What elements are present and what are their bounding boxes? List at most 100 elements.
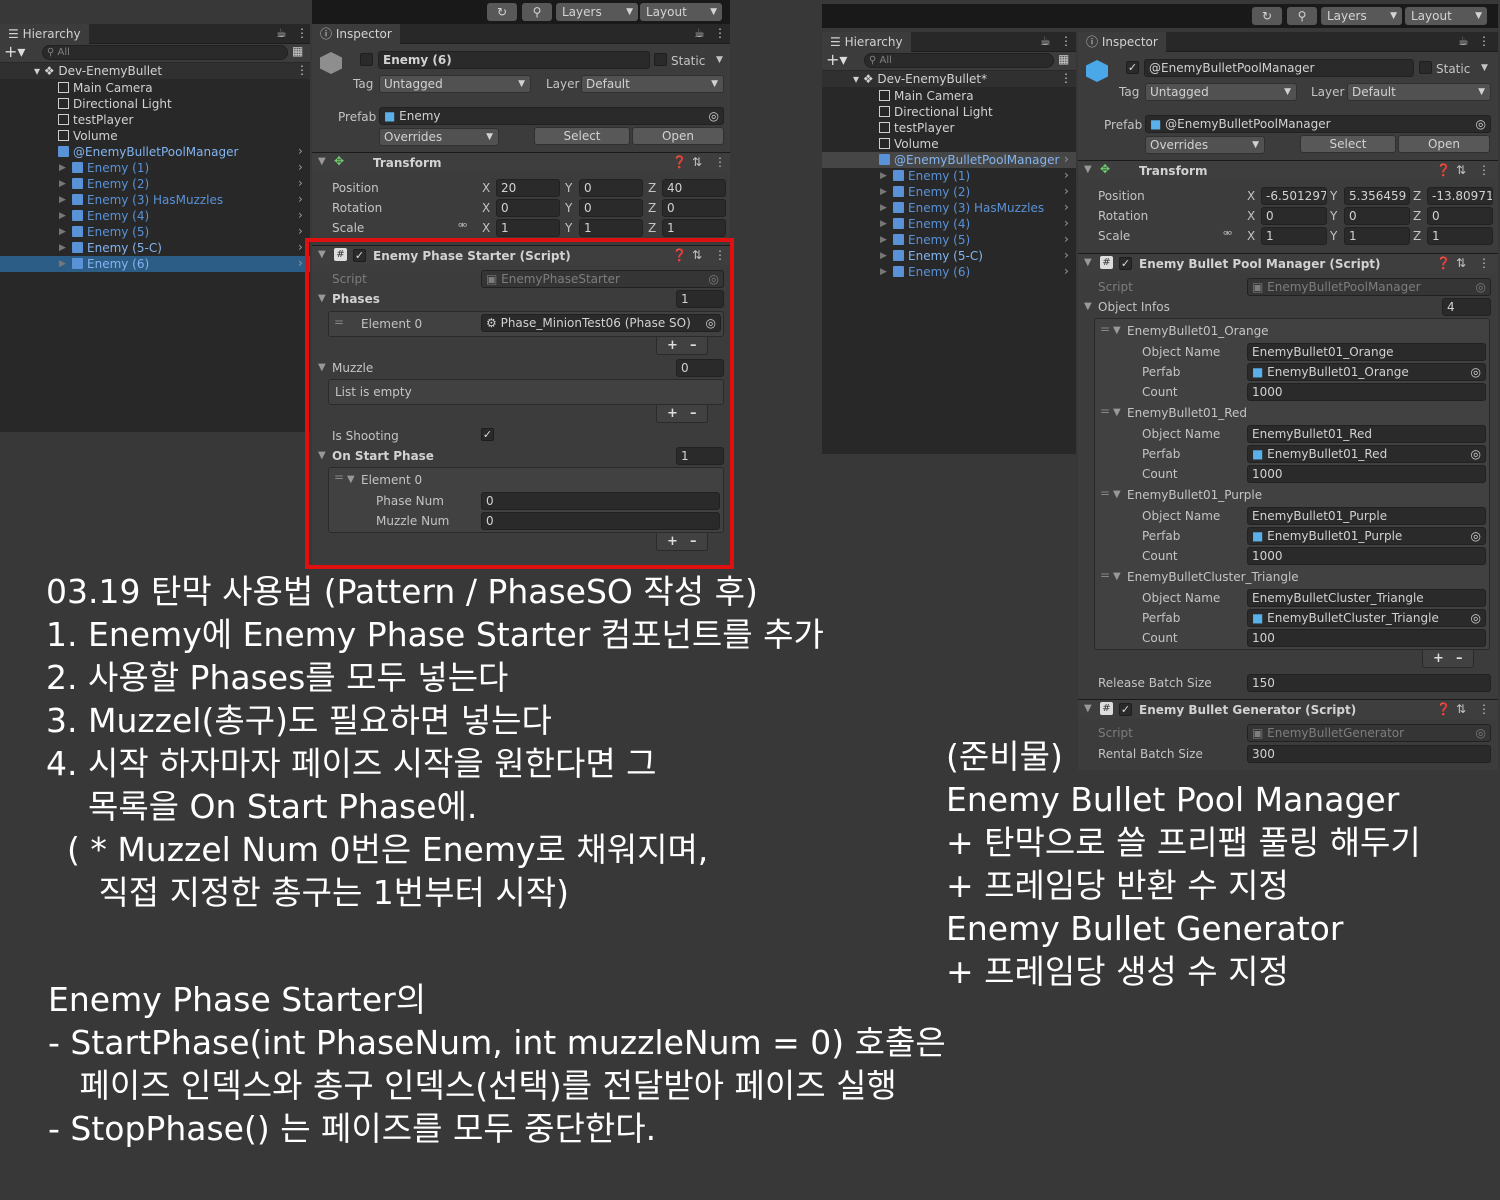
static-checkbox[interactable] (654, 53, 667, 66)
right-search-button[interactable]: ⚲ (1287, 7, 1317, 25)
hierarchy-item[interactable]: ▶ Enemy (3) HasMuzzles (880, 200, 1044, 216)
hierarchy-item[interactable]: ▶ Enemy (5) (59, 224, 149, 240)
kebab-menu-icon[interactable]: ⋮ (296, 63, 308, 77)
chevron-right-icon[interactable]: › (298, 176, 303, 190)
position-y-field[interactable]: 5.356459 (1344, 187, 1410, 205)
right-inspector-tab[interactable]: ⓘ Inspector (1078, 32, 1166, 52)
right-history-button[interactable]: ↻ (1252, 7, 1282, 25)
kebab-menu-icon[interactable]: ⋮ (1478, 34, 1490, 48)
left-hierarchy-tab[interactable]: ☰ Hierarchy (0, 24, 89, 44)
perfab-field[interactable]: ■ EnemyBulletCluster_Triangle ◎ (1247, 609, 1486, 627)
layer-dropdown[interactable]: Default ▼ (581, 75, 724, 93)
select-button[interactable]: Select (534, 127, 630, 145)
collapsed-arrow-icon[interactable]: ▶ (59, 176, 66, 192)
hierarchy-item[interactable]: ▶ Enemy (6) (880, 264, 970, 280)
drag-handle-icon[interactable]: = (1100, 404, 1110, 418)
collapsed-arrow-icon[interactable]: ▶ (880, 200, 887, 216)
hierarchy-item[interactable]: ▶ Enemy (3) HasMuzzles (59, 192, 223, 208)
collapsed-arrow-icon[interactable]: ▶ (880, 168, 887, 184)
collapsed-arrow-icon[interactable]: ▶ (880, 232, 887, 248)
left-layers-dropdown[interactable]: Layers ▼ (556, 3, 638, 21)
overrides-dropdown[interactable]: Overrides ▼ (1145, 136, 1265, 154)
help-icon[interactable]: ❓ (1436, 702, 1451, 716)
foldout-arrow-icon[interactable]: ▼ (1113, 489, 1121, 500)
right-layout-dropdown[interactable]: Layout ▼ (1405, 7, 1487, 25)
right-hierarchy-tab[interactable]: ☰ Hierarchy (822, 32, 911, 52)
kebab-menu-icon[interactable]: ⋮ (1478, 702, 1490, 716)
perfab-field[interactable]: ■ EnemyBullet01_Red ◎ (1247, 445, 1486, 463)
active-checkbox[interactable]: ✓ (1126, 61, 1139, 74)
collapsed-arrow-icon[interactable]: ▶ (59, 240, 66, 256)
chevron-right-icon[interactable]: › (1064, 168, 1069, 182)
object-picker-icon[interactable]: ◎ (1471, 528, 1481, 544)
lock-icon[interactable]: ☕ (276, 26, 287, 40)
chevron-right-icon[interactable]: › (298, 256, 303, 270)
kebab-menu-icon[interactable]: ⋮ (714, 26, 726, 40)
object-name-field[interactable]: Enemy (6) (378, 51, 650, 69)
help-icon[interactable]: ❓ (1436, 163, 1451, 177)
prefab-field[interactable]: ■ @EnemyBulletPoolManager ◎ (1145, 115, 1491, 133)
position-z-field[interactable]: 40 (662, 179, 726, 197)
object-infos-size-field[interactable]: 4 (1442, 298, 1491, 316)
left-search-button[interactable]: ⚲ (522, 3, 552, 21)
foldout-arrow-icon[interactable]: ▼ (1113, 571, 1121, 582)
scale-x-field[interactable]: 1 (496, 219, 560, 237)
collapsed-arrow-icon[interactable]: ▶ (59, 192, 66, 208)
preset-icon[interactable]: ⇅ (1456, 163, 1466, 177)
object-picker-icon[interactable]: ◎ (1476, 116, 1486, 132)
object-picker-icon[interactable]: ◎ (709, 108, 719, 124)
right-scene-row[interactable]: ▾ ❖ Dev-EnemyBullet* (853, 71, 987, 87)
scene-visibility-icon[interactable]: ▦ (292, 44, 303, 58)
hierarchy-item[interactable]: ▶ Enemy (5) (880, 232, 970, 248)
hierarchy-item[interactable]: testPlayer (879, 120, 954, 136)
lock-icon[interactable]: ☕ (1458, 34, 1469, 48)
object-picker-icon[interactable]: ◎ (1471, 364, 1481, 380)
kebab-menu-icon[interactable]: ⋮ (1478, 163, 1490, 177)
drag-handle-icon[interactable]: = (1100, 322, 1110, 336)
prefab-field[interactable]: ■ Enemy ◎ (379, 107, 724, 125)
chevron-right-icon[interactable]: › (298, 160, 303, 174)
layer-dropdown[interactable]: Default ▼ (1347, 83, 1491, 101)
rotation-x-field[interactable]: 0 (1261, 207, 1327, 225)
right-hierarchy-search-input[interactable]: ⚲ All (864, 53, 1054, 68)
foldout-arrow-icon[interactable]: ▼ (1084, 257, 1092, 268)
add-icon[interactable]: +▾ (826, 50, 847, 69)
preset-icon[interactable]: ⇅ (1456, 256, 1466, 270)
chevron-right-icon[interactable]: › (1064, 232, 1069, 246)
hierarchy-item[interactable]: Main Camera (879, 88, 974, 104)
help-icon[interactable]: ❓ (672, 155, 687, 169)
chevron-right-icon[interactable]: › (1064, 184, 1069, 198)
chevron-down-icon[interactable]: ▼ (716, 55, 723, 65)
hierarchy-item[interactable]: ▶ Enemy (6) (59, 256, 149, 272)
hierarchy-item[interactable]: @EnemyBulletPoolManager (58, 144, 238, 160)
hierarchy-item[interactable]: ▶ Enemy (5-C) (880, 248, 983, 264)
left-layout-dropdown[interactable]: Layout ▼ (640, 3, 722, 21)
scale-x-field[interactable]: 1 (1261, 227, 1327, 245)
link-icon[interactable]: ⚮ (1223, 227, 1232, 240)
help-icon[interactable]: ❓ (1436, 256, 1451, 270)
chevron-right-icon[interactable]: › (298, 208, 303, 222)
foldout-arrow-icon[interactable]: ▼ (1084, 703, 1092, 714)
chevron-right-icon[interactable]: › (1064, 216, 1069, 230)
object-name-field[interactable]: EnemyBulletCluster_Triangle (1247, 589, 1486, 607)
object-name-field[interactable]: EnemyBullet01_Purple (1247, 507, 1486, 525)
hierarchy-item[interactable]: ▶ Enemy (2) (880, 184, 970, 200)
position-y-field[interactable]: 0 (579, 179, 643, 197)
foldout-arrow-icon[interactable]: ▼ (1113, 407, 1121, 418)
link-icon[interactable]: ⚮ (458, 219, 467, 232)
static-checkbox[interactable] (1419, 61, 1432, 74)
chevron-right-icon[interactable]: › (1064, 152, 1069, 166)
preset-icon[interactable]: ⇅ (692, 155, 702, 169)
hierarchy-item[interactable]: ▶ Enemy (2) (59, 176, 149, 192)
collapsed-arrow-icon[interactable]: ▶ (880, 184, 887, 200)
position-x-field[interactable]: -6.501297 (1261, 187, 1327, 205)
collapsed-arrow-icon[interactable]: ▶ (59, 256, 66, 272)
left-hierarchy-search-input[interactable]: ⚲ All (42, 45, 288, 60)
hierarchy-item[interactable]: Volume (58, 128, 118, 144)
enabled-checkbox[interactable]: ✓ (1119, 257, 1132, 270)
hierarchy-item[interactable]: Directional Light (879, 104, 993, 120)
chevron-right-icon[interactable]: › (298, 144, 303, 158)
plus-icon[interactable]: + (1433, 651, 1444, 666)
rotation-x-field[interactable]: 0 (496, 199, 560, 217)
scale-y-field[interactable]: 1 (579, 219, 643, 237)
